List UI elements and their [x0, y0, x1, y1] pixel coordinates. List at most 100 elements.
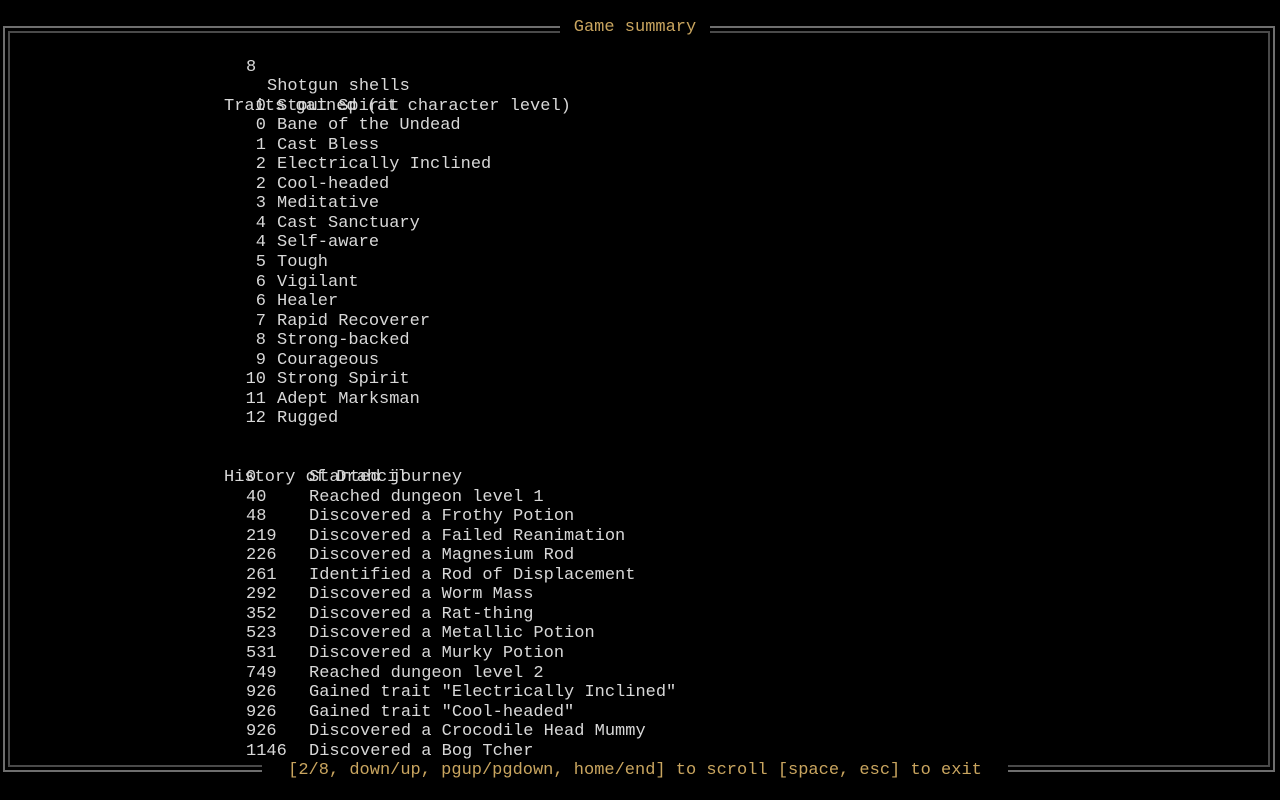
history-event: Started journey: [309, 468, 463, 488]
trait-name: Self-aware: [277, 233, 380, 253]
trait-name: Strong-backed: [277, 331, 410, 351]
history-turn: 226: [246, 546, 277, 566]
trait-row: 2 Cool-headed: [0, 175, 1260, 195]
history-row: 292 Discovered a Worm Mass: [0, 585, 1260, 605]
trait-name: Electrically Inclined: [277, 155, 492, 175]
trait-level: 6: [255, 292, 266, 312]
history-turn: 926: [246, 702, 277, 722]
trait-level: 12: [245, 409, 266, 429]
history-row: 926 Discovered a Crocodile Head Mummy: [0, 722, 1260, 742]
trait-row: 7 Rapid Recoverer: [0, 312, 1260, 332]
trait-name: Healer: [277, 292, 339, 312]
trait-name: Meditative: [277, 194, 380, 214]
trait-level: 10: [245, 370, 266, 390]
history-row: 261 Identified a Rod of Displacement: [0, 566, 1260, 586]
history-event: Reached dungeon level 1: [309, 487, 544, 507]
trait-row: 11 Adept Marksman: [0, 390, 1260, 410]
history-row: 48 Discovered a Frothy Potion: [0, 507, 1260, 527]
trait-row: 0 Bane of the Undead: [0, 116, 1260, 136]
history-event: Discovered a Worm Mass: [309, 585, 534, 605]
summary-scroll-content[interactable]: 8 Shotgun shells Traits gained (at chara…: [0, 38, 1260, 761]
history-event: Discovered a Murky Potion: [309, 643, 565, 663]
history-event: Discovered a Metallic Potion: [309, 624, 595, 644]
trait-name: Rapid Recoverer: [277, 311, 431, 331]
trait-level: 2: [255, 155, 266, 175]
traits-heading-line: Traits gained (at character level): [0, 77, 1260, 116]
history-turn: 292: [246, 585, 277, 605]
trait-level: 6: [255, 272, 266, 292]
history-event: Discovered a Rat-thing: [309, 604, 534, 624]
trait-level: 4: [255, 233, 266, 253]
history-turn: 40: [246, 487, 267, 507]
trait-row: 1 Cast Bless: [0, 136, 1260, 156]
history-turn: 352: [246, 604, 277, 624]
history-event: Discovered a Crocodile Head Mummy: [309, 722, 646, 742]
history-event: Discovered a Magnesium Rod: [309, 546, 575, 566]
trait-level: 8: [255, 331, 266, 351]
history-row: 40 Reached dungeon level 1: [0, 488, 1260, 508]
history-turn: 261: [246, 565, 277, 585]
trait-row: 4 Self-aware: [0, 233, 1260, 253]
history-turn: 531: [246, 643, 277, 663]
trait-row: 6 Vigilant: [0, 273, 1260, 293]
trait-row: 6 Healer: [0, 292, 1260, 312]
history-row: 219 Discovered a Failed Reanimation: [0, 527, 1260, 547]
traits-list: 0 Stout Spirit 0 Bane of the Undead 1 Cast Bl…: [0, 97, 1260, 429]
history-turn: 749: [246, 663, 277, 683]
history-turn: 523: [246, 624, 277, 644]
trait-name: Cast Bless: [277, 135, 380, 155]
trait-level: 2: [255, 174, 266, 194]
history-event: Discovered a Failed Reanimation: [309, 526, 626, 546]
trait-level: 0: [255, 96, 266, 116]
history-row: 0 Started journey: [0, 468, 1260, 488]
trait-name: Courageous: [277, 350, 380, 370]
inventory-line: 8 Shotgun shells: [0, 38, 1260, 97]
history-turn: 219: [246, 526, 277, 546]
history-event: Reached dungeon level 2: [309, 663, 544, 683]
history-event: Gained trait "Cool-headed": [309, 702, 575, 722]
trait-row: 9 Courageous: [0, 351, 1260, 371]
trait-row: 10 Strong Spirit: [0, 370, 1260, 390]
trait-row: 2 Electrically Inclined: [0, 155, 1260, 175]
trait-level: 4: [255, 213, 266, 233]
trait-level: 1: [255, 135, 266, 155]
history-turn: 1146: [246, 741, 287, 761]
trait-row: 5 Tough: [0, 253, 1260, 273]
history-row: 926 Gained trait "Electrically Inclined": [0, 683, 1260, 703]
trait-row: 0 Stout Spirit: [0, 97, 1260, 117]
history-list: 0 Started journey 40 Reached dungeon level …: [0, 468, 1260, 761]
trait-level: 9: [255, 350, 266, 370]
trait-name: Stout Spirit: [277, 96, 400, 116]
trait-name: Strong Spirit: [277, 370, 410, 390]
history-event: Identified a Rod of Displacement: [309, 565, 636, 585]
history-row: 531 Discovered a Murky Potion: [0, 644, 1260, 664]
trait-level: 5: [255, 253, 266, 273]
history-event: Discovered a Bog Tcher: [309, 741, 534, 761]
trait-name: Cool-headed: [277, 174, 390, 194]
scroll-help-footer: [2/8, down/up, pgup/pgdown, home/end] to…: [262, 761, 1008, 781]
trait-name: Vigilant: [277, 272, 359, 292]
trait-level: 0: [255, 116, 266, 136]
window-title: Game summary: [560, 18, 710, 38]
trait-level: 7: [255, 311, 266, 331]
trait-level: 3: [255, 194, 266, 214]
trait-name: Bane of the Undead: [277, 116, 461, 136]
history-event: Gained trait "Electrically Inclined": [309, 683, 677, 703]
trait-row: 12 Rugged: [0, 409, 1260, 429]
trait-name: Rugged: [277, 409, 339, 429]
inventory-count: 8: [246, 57, 257, 77]
history-row: 226 Discovered a Magnesium Rod: [0, 546, 1260, 566]
history-row: 1146 Discovered a Bog Tcher: [0, 742, 1260, 762]
history-row: 352 Discovered a Rat-thing: [0, 605, 1260, 625]
history-row: 926 Gained trait "Cool-headed": [0, 703, 1260, 723]
trait-name: Cast Sanctuary: [277, 213, 420, 233]
history-turn: 48: [246, 507, 267, 527]
trait-row: 4 Cast Sanctuary: [0, 214, 1260, 234]
trait-row: 3 Meditative: [0, 194, 1260, 214]
trait-name: Adept Marksman: [277, 389, 420, 409]
history-turn: 926: [246, 722, 277, 742]
history-turn: 926: [246, 683, 277, 703]
trait-level: 11: [245, 389, 266, 409]
trait-row: 8 Strong-backed: [0, 331, 1260, 351]
history-event: Discovered a Frothy Potion: [309, 507, 575, 527]
